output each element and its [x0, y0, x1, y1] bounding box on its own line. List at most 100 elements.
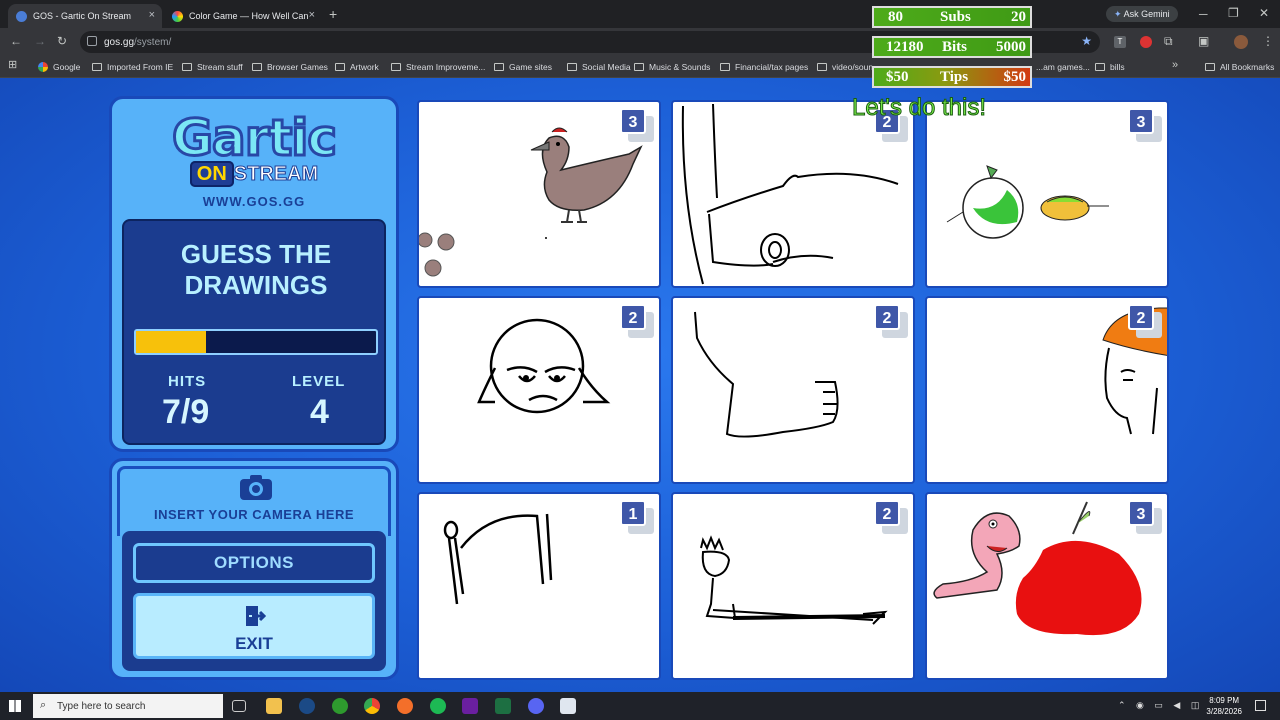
bits-label: Bits — [942, 39, 968, 55]
bookmark-label: ...am games... — [1036, 62, 1090, 72]
exit-button[interactable]: EXIT — [133, 593, 375, 659]
bookmark-label: Google — [53, 62, 81, 72]
bookmark-google[interactable]: Google — [38, 60, 80, 74]
options-button[interactable]: OPTIONS — [133, 543, 375, 583]
ask-gemini-button[interactable]: ✦ Ask Gemini — [1106, 6, 1178, 22]
new-tab-button[interactable]: + — [329, 7, 337, 21]
tab-label: Color Game — How Well Can You See — [189, 11, 309, 21]
folder-icon — [252, 63, 262, 71]
points-badge: 2 — [620, 304, 654, 338]
bookmark-folder[interactable]: Music & Sounds — [634, 60, 710, 74]
drawing-card-9[interactable]: 3 — [925, 492, 1169, 680]
system-tray-icons[interactable]: ⌃ ◉ ▭ ◀ ◫ — [1118, 700, 1203, 711]
reload-icon[interactable]: ↻ — [57, 35, 67, 47]
taskbar-search-input[interactable]: ⌕ Type here to search — [33, 694, 223, 718]
restore-icon[interactable]: ❐ — [1228, 7, 1239, 19]
bookmark-label: All Bookmarks — [1220, 62, 1275, 72]
bookmark-folder[interactable]: bills — [1095, 60, 1125, 74]
drawing-card-7[interactable]: 1 — [417, 492, 661, 680]
bookmark-folder[interactable]: Browser Games — [252, 60, 328, 74]
bookmark-folder[interactable]: Financial/tax pages — [720, 60, 808, 74]
sidepanel-icon[interactable]: ▣ — [1198, 35, 1209, 47]
steam-icon[interactable] — [299, 698, 315, 714]
chrome-icon[interactable] — [364, 698, 380, 714]
forward-icon[interactable]: → — [34, 35, 46, 47]
points-value: 2 — [874, 500, 900, 526]
system-clock[interactable]: 8:09 PM 3/28/2026 — [1206, 695, 1242, 717]
taskbar: ⌕ Type here to search ⌃ ◉ ▭ ◀ ◫ 8:09 PM … — [0, 692, 1280, 720]
bookmark-folder[interactable]: Game sites — [494, 60, 552, 74]
bits-target: 5000 — [996, 39, 1026, 55]
folder-icon — [92, 63, 102, 71]
bookmark-folder[interactable]: Stream Improveme... — [391, 60, 485, 74]
search-icon: ⌕ — [40, 699, 47, 711]
points-badge: 3 — [1128, 500, 1162, 534]
points-badge: 2 — [1128, 304, 1162, 338]
bits-current: 12180 — [886, 39, 924, 55]
notification-icon[interactable] — [1255, 700, 1266, 711]
bookmark-label: Music & Sounds — [649, 62, 711, 72]
stream-alert-message: Let's do this! — [852, 94, 987, 122]
bookmark-label: Stream stuff — [197, 62, 243, 72]
bookmark-star-icon[interactable]: ★ — [1081, 34, 1092, 48]
drawing-card-8[interactable]: 2 — [671, 492, 915, 680]
site-info-icon[interactable] — [87, 36, 97, 46]
profile-avatar[interactable] — [1234, 35, 1248, 49]
menu-buttons-box: OPTIONS EXIT — [122, 531, 386, 671]
bookmarks-overflow-icon[interactable]: » — [1172, 60, 1178, 71]
discord-icon[interactable] — [528, 698, 544, 714]
bookmark-folder[interactable]: Social Media — [567, 60, 631, 74]
drawing-card-2[interactable]: 2 — [671, 100, 915, 288]
drawing-card-3[interactable]: 3 — [925, 100, 1169, 288]
close-window-icon[interactable]: ✕ — [1259, 7, 1269, 19]
firefox-icon[interactable] — [397, 698, 413, 714]
folder-icon — [1095, 63, 1105, 71]
bookmark-folder[interactable]: Artwork — [335, 60, 379, 74]
folder-icon — [335, 63, 345, 71]
extension-red-icon[interactable] — [1140, 36, 1152, 48]
points-badge: 2 — [874, 304, 908, 338]
nextcloud-icon[interactable] — [462, 698, 478, 714]
bookmark-folder[interactable]: Stream stuff — [182, 60, 243, 74]
back-icon[interactable]: ← — [10, 35, 22, 47]
drawing-card-1[interactable]: 3 — [417, 100, 661, 288]
drawing-card-4[interactable]: 2 — [417, 296, 661, 484]
tips-current: $50 — [886, 69, 909, 85]
round-title-line2: DRAWINGS — [184, 270, 328, 300]
bookmark-folder[interactable]: video/soun... — [817, 60, 880, 74]
task-view-icon[interactable] — [232, 700, 246, 712]
folder-icon — [567, 63, 577, 71]
points-badge: 2 — [874, 500, 908, 534]
folder-icon — [634, 63, 644, 71]
excel-icon[interactable] — [495, 698, 511, 714]
menu-dots-icon[interactable]: ⋮ — [1262, 35, 1274, 47]
subs-goal-bar: 80 Subs 20 — [872, 6, 1032, 28]
drawing-card-6[interactable]: 2 — [925, 296, 1169, 484]
bookmark-folder[interactable]: Imported From IE — [92, 60, 173, 74]
ask-gemini-label: Ask Gemini — [1123, 9, 1170, 19]
file-explorer-icon[interactable] — [266, 698, 282, 714]
minimize-icon[interactable]: ─ — [1199, 8, 1208, 20]
points-value: 3 — [1128, 500, 1154, 526]
xbox-icon[interactable] — [332, 698, 348, 714]
folder-icon — [1205, 63, 1215, 71]
spotify-icon[interactable] — [430, 698, 446, 714]
windows-start-icon[interactable] — [9, 700, 21, 712]
close-tab-icon[interactable]: × — [309, 9, 315, 21]
notes-app-icon[interactable] — [560, 698, 576, 714]
points-value: 2 — [874, 304, 900, 330]
apps-grid-icon[interactable]: ⊞ — [8, 60, 17, 71]
extension-t-icon[interactable]: T — [1114, 36, 1126, 48]
tab-color-game[interactable]: Color Game — How Well Can You See × — [164, 4, 322, 28]
url-host: gos.gg — [104, 36, 135, 48]
gemini-icon: ✦ — [1114, 9, 1122, 19]
drawing-card-5[interactable]: 2 — [671, 296, 915, 484]
bits-goal-bar: 12180 Bits 5000 — [872, 36, 1032, 58]
tab-gartic[interactable]: GOS - Gartic On Stream × — [8, 4, 162, 28]
folder-icon — [391, 63, 401, 71]
url-path: /system/ — [134, 36, 172, 48]
close-tab-icon[interactable]: × — [149, 9, 155, 21]
extensions-puzzle-icon[interactable]: ⧉ — [1164, 35, 1173, 47]
bookmark-folder[interactable]: ...am games... — [1036, 60, 1090, 74]
all-bookmarks[interactable]: All Bookmarks — [1205, 60, 1274, 74]
